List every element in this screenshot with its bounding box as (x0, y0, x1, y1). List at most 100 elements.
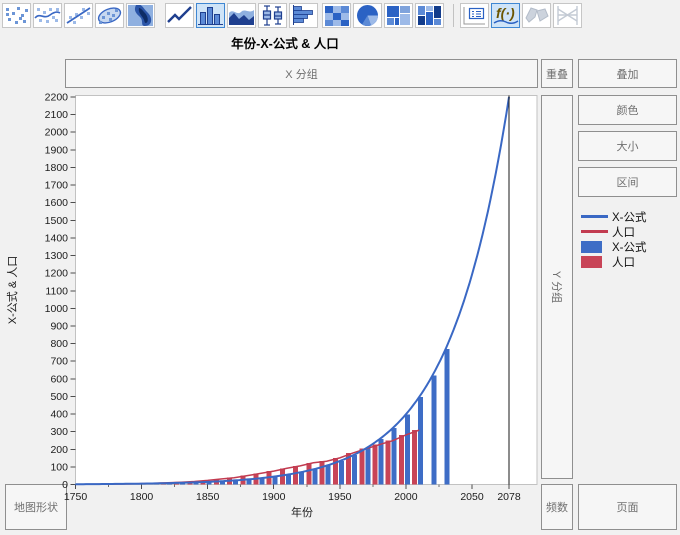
x-group-drop-zone[interactable]: X 分组 (65, 59, 538, 88)
toolbar-mosaic-button[interactable] (415, 3, 444, 28)
toolbar-caption-box-button[interactable] (460, 3, 489, 28)
y-group-label: Y 分组 (549, 271, 565, 303)
svg-text:1200: 1200 (45, 268, 69, 280)
plot-area[interactable]: 0100200300400500600700800900100011001200… (0, 85, 545, 535)
svg-text:700: 700 (50, 356, 68, 368)
svg-text:1750: 1750 (64, 491, 88, 503)
svg-text:2050: 2050 (460, 491, 484, 503)
overlay-drop-zone[interactable]: 叠加 (578, 59, 677, 88)
legend-item-2[interactable]: X-公式 (581, 239, 678, 254)
formula-icon: f(·) (492, 4, 519, 27)
legend-line-swatch (581, 215, 612, 218)
svg-text:1300: 1300 (45, 250, 69, 262)
swatch-color (581, 215, 608, 218)
treemap-icon (385, 4, 412, 27)
size-drop-zone[interactable]: 大小 (578, 131, 677, 161)
svg-text:1900: 1900 (262, 491, 286, 503)
x-group-label: X 分组 (285, 66, 317, 82)
overlap-label: 重叠 (546, 66, 568, 82)
toolbar-map-shapes-button (522, 3, 551, 28)
toolbar-contour-button[interactable] (126, 3, 155, 28)
area-chart-icon (228, 4, 255, 27)
svg-text:2000: 2000 (45, 127, 69, 139)
toolbar-heatmap-button[interactable] (322, 3, 351, 28)
interval-drop-zone[interactable]: 区间 (578, 167, 677, 197)
svg-text:1950: 1950 (328, 491, 352, 503)
svg-text:1600: 1600 (45, 197, 69, 209)
svg-text:2078: 2078 (497, 491, 521, 503)
legend-label: 人口 (612, 224, 635, 240)
overlap-drop-zone[interactable]: 重叠 (541, 59, 573, 88)
svg-text:600: 600 (50, 373, 68, 385)
box-plot-icon (259, 4, 286, 27)
svg-text:1400: 1400 (45, 232, 69, 244)
parallel-plot-icon (554, 4, 581, 27)
svg-text:500: 500 (50, 391, 68, 403)
svg-text:1000: 1000 (45, 303, 69, 315)
legend-item-1[interactable]: 人口 (581, 224, 678, 239)
color-label: 颜色 (617, 102, 639, 118)
svg-text:2100: 2100 (45, 109, 69, 121)
page-drop-zone[interactable]: 页面 (578, 484, 677, 530)
legend-bar-swatch (581, 256, 612, 268)
y-group-drop-zone[interactable]: Y 分组 (541, 95, 573, 479)
svg-text:1900: 1900 (45, 144, 69, 156)
toolbar-treemap-button[interactable] (384, 3, 413, 28)
svg-text:0: 0 (62, 479, 68, 491)
legend-label: X-公式 (612, 239, 647, 255)
toolbar-line-chart-button[interactable] (165, 3, 194, 28)
toolbar-line-of-fit-button[interactable] (64, 3, 93, 28)
toolbar-ellipse-button[interactable] (95, 3, 124, 28)
toolbar-area-chart-button[interactable] (227, 3, 256, 28)
svg-text:X-公式 & 人口: X-公式 & 人口 (6, 256, 19, 324)
svg-text:f(·): f(·) (496, 5, 515, 21)
svg-text:1100: 1100 (45, 285, 68, 297)
freq-drop-zone[interactable]: 频数 (541, 484, 573, 530)
legend-label: 人口 (612, 254, 635, 270)
svg-text:1500: 1500 (45, 215, 69, 227)
svg-text:800: 800 (50, 338, 68, 350)
size-label: 大小 (617, 138, 639, 154)
svg-text:100: 100 (50, 461, 68, 473)
interval-label: 区间 (617, 174, 639, 190)
color-drop-zone[interactable]: 颜色 (578, 95, 677, 125)
toolbar-bar-chart-button[interactable] (196, 3, 225, 28)
svg-text:2000: 2000 (394, 491, 418, 503)
toolbar-histogram-button[interactable] (289, 3, 318, 28)
caption-box-icon (461, 4, 488, 27)
heatmap-icon (323, 4, 350, 27)
toolbar-scatter-button[interactable] (2, 3, 31, 28)
line-of-fit-icon (65, 4, 92, 27)
svg-text:年份: 年份 (291, 505, 313, 519)
legend-item-3[interactable]: 人口 (581, 254, 678, 269)
svg-text:200: 200 (50, 444, 68, 456)
chart-legend: X-公式人口X-公式人口 (581, 209, 678, 269)
toolbar-smoother-button[interactable] (33, 3, 62, 28)
line-chart-icon (166, 4, 193, 27)
toolbar-separator (453, 4, 454, 27)
toolbar-pie-chart-button[interactable] (353, 3, 382, 28)
smoother-icon (34, 4, 61, 27)
toolbar-parallel-plot-button (553, 3, 582, 28)
swatch-color (581, 241, 602, 253)
svg-text:1800: 1800 (130, 491, 154, 503)
svg-text:1850: 1850 (196, 491, 220, 503)
svg-text:300: 300 (50, 426, 68, 438)
freq-label: 频数 (546, 499, 568, 515)
mosaic-icon (416, 4, 443, 27)
histogram-icon (290, 4, 317, 27)
svg-text:1700: 1700 (45, 180, 69, 192)
chart-canvas[interactable]: 0100200300400500600700800900100011001200… (0, 85, 545, 535)
legend-item-0[interactable]: X-公式 (581, 209, 678, 224)
bar-chart-icon (197, 4, 224, 27)
pie-chart-icon (354, 4, 381, 27)
toolbar-box-plot-button[interactable] (258, 3, 287, 28)
page-label: 页面 (617, 499, 639, 515)
overlay-label: 叠加 (617, 66, 639, 82)
contour-icon (127, 4, 154, 27)
toolbar-formula-button[interactable]: f(·) (491, 3, 520, 28)
ellipse-icon (96, 4, 123, 27)
graph-builder-window: f(·) 年份-X-公式 & 人口 X 分组 重叠 叠加 颜色 大小 区间 Y … (0, 0, 680, 535)
chart-type-toolbar: f(·) (0, 0, 680, 31)
legend-line-swatch (581, 230, 612, 233)
